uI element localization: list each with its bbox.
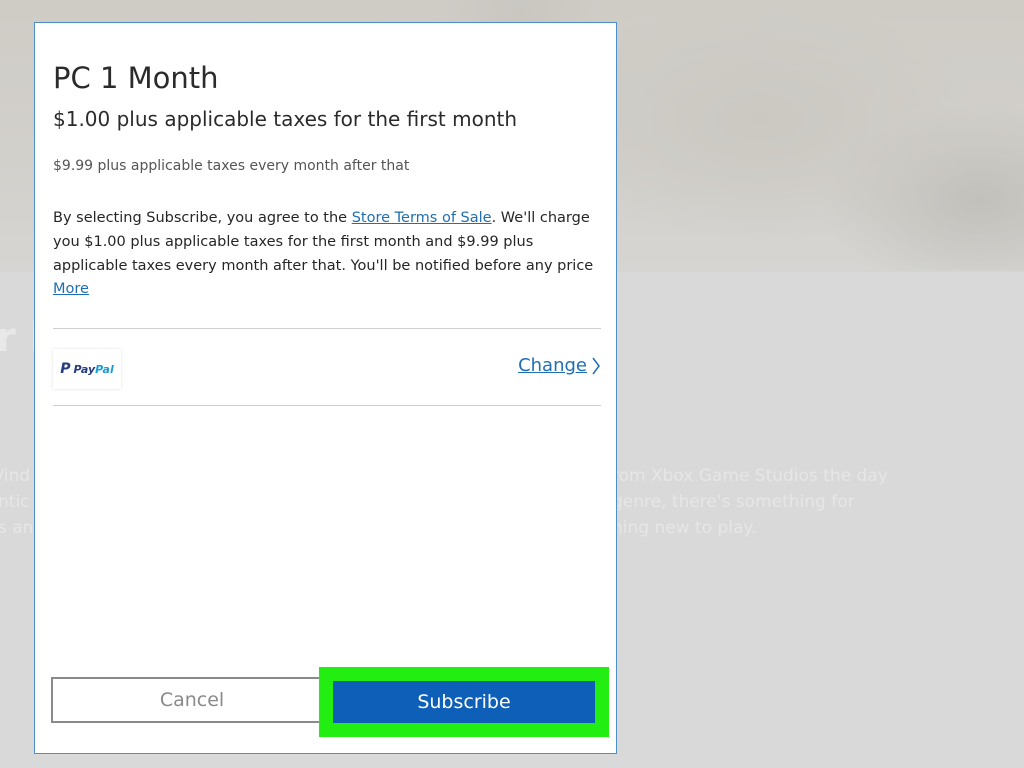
payment-method-row: P PayPal Change — [53, 329, 601, 405]
paypal-p-icon: P — [60, 361, 71, 377]
more-link[interactable]: More — [53, 281, 89, 297]
cancel-button[interactable]: Cancel — [51, 677, 333, 723]
paypal-wordmark: PayPal — [73, 362, 114, 376]
dialog-title: PC 1 Month — [53, 61, 219, 95]
recurring-price-note: $9.99 plus applicable taxes every month … — [53, 158, 410, 174]
subscribe-highlight: Subscribe — [319, 667, 609, 737]
terms-prefix: By selecting Subscribe, you agree to the — [53, 210, 352, 226]
change-label: Change — [518, 355, 587, 376]
background-text-right: rom Xbox Game Studios the day genre, the… — [612, 466, 888, 538]
chevron-right-icon — [592, 357, 600, 374]
price-summary: $1.00 plus applicable taxes for the firs… — [53, 107, 518, 131]
store-terms-link[interactable]: Store Terms of Sale — [352, 210, 492, 226]
background-text-left: /ind ntic s an — [0, 466, 34, 538]
change-payment-link[interactable]: Change — [518, 355, 601, 376]
paypal-logo: P PayPal — [53, 349, 121, 389]
terms-text: By selecting Subscribe, you agree to the… — [53, 206, 601, 278]
subscribe-button[interactable]: Subscribe — [333, 681, 595, 723]
divider-bottom — [53, 405, 601, 406]
subscription-dialog: PC 1 Month $1.00 plus applicable taxes f… — [34, 22, 617, 754]
